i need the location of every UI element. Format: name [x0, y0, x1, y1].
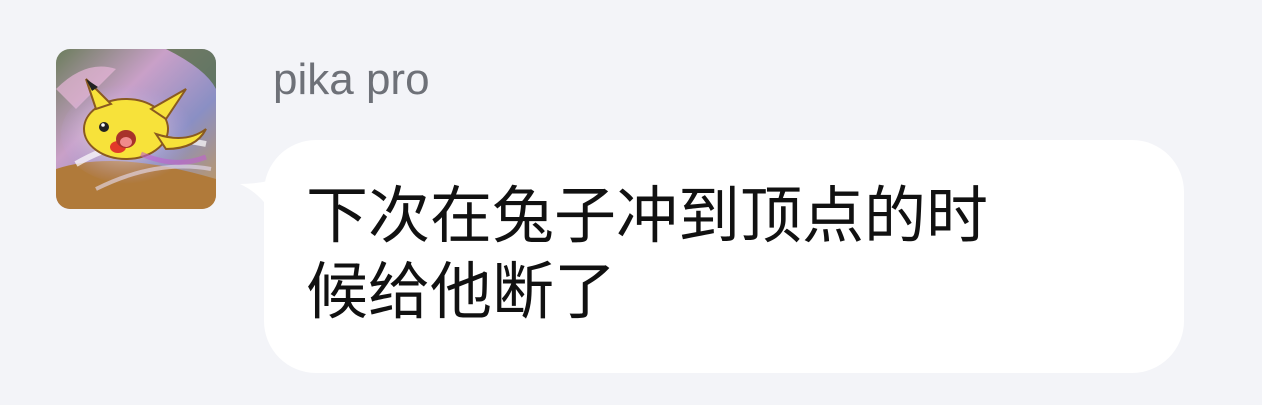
message-text: 下次在兔子冲到顶点的时候给他断了 [306, 179, 989, 328]
avatar[interactable] [56, 49, 216, 209]
pikachu-avatar-icon [56, 49, 216, 209]
message-bubble[interactable]: 下次在兔子冲到顶点的时候给他断了 [264, 140, 1184, 373]
sender-name: pika pro [273, 55, 430, 104]
chat-message-row: pika pro 下次在兔子冲到顶点的时候给他断了 [0, 0, 1262, 405]
